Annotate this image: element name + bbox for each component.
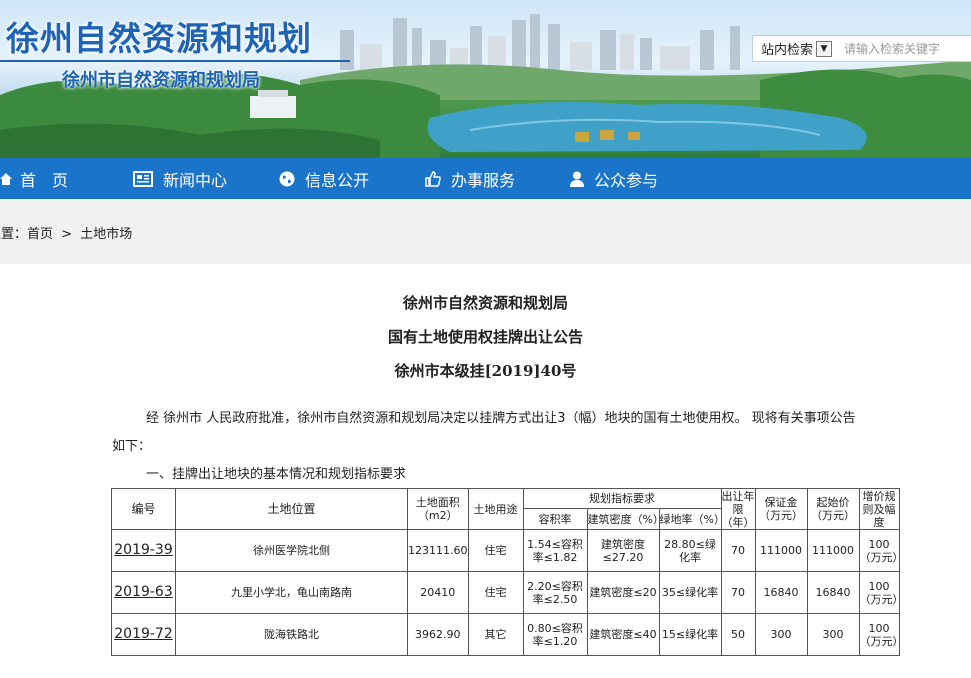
header-code: 编号 <box>111 488 176 530</box>
nav-label-participation: 公众参与 <box>594 170 659 190</box>
chevron-down-icon[interactable]: ▼ <box>816 40 833 57</box>
header-density: 建筑密度（%） <box>586 508 664 530</box>
intro-paragraph: 经 徐州市 人民政府批准，徐州市自然资源和规划局决定以挂牌方式出让3（幅）地块的… <box>112 406 912 432</box>
nav-label-news: 新闻中心 <box>163 170 228 190</box>
cell-start-price: 111000 <box>806 529 860 572</box>
header-location: 土地位置 <box>175 488 408 530</box>
cell-location: 陇海铁路北 <box>175 613 408 656</box>
cell-start-price: 300 <box>806 613 860 656</box>
breadcrumb: 位置：首页 > 土地市场 <box>0 223 132 242</box>
breadcrumb-home-link[interactable]: 首页 <box>27 227 53 242</box>
search-scope-select[interactable]: 站内检索 ▼ <box>753 36 833 61</box>
nav-label-home: 首 页 <box>20 170 69 190</box>
cell-green: 15≤绿化率 <box>658 613 722 656</box>
search-input[interactable] <box>842 40 967 57</box>
thumbs-up-icon <box>425 170 441 187</box>
cell-far: 2.20≤容积率≤2.50 <box>522 571 588 614</box>
land-parcel-table: 编号 土地位置 土地面积（m2） 土地用途 规划指标要求 出让年限（年） 保证金… <box>111 488 904 656</box>
cell-green: 28.80≤绿化率 <box>658 529 722 572</box>
header-planning: 规划指标要求 <box>522 488 722 509</box>
header-area: 土地面积（m2） <box>407 488 469 530</box>
cell-green: 35≤绿化率 <box>658 571 722 614</box>
cell-term: 70 <box>720 571 756 614</box>
search-box: 站内检索 ▼ <box>752 35 971 62</box>
nav-item-home[interactable]: 首 页 <box>0 158 68 199</box>
search-scope-label: 站内检索 <box>761 43 814 58</box>
cell-area: 3962.90 <box>407 613 469 656</box>
table-header-row: 编号 土地位置 土地面积（m2） 土地用途 规划指标要求 出让年限（年） 保证金… <box>111 488 900 530</box>
header-increment: 增价规则及幅度 <box>858 488 900 530</box>
intro-paragraph-end: 如下： <box>112 439 152 454</box>
cell-location: 九里小学北，龟山南路南 <box>175 571 408 614</box>
cell-density: 建筑密度≤27.20 <box>586 529 660 572</box>
cell-far: 1.54≤容积率≤1.82 <box>522 529 588 572</box>
parcel-code[interactable]: 2019-63 <box>114 584 173 600</box>
nav-item-info[interactable]: 信息公开 <box>279 158 369 199</box>
article-number: 徐州市本级挂[2019]40号 <box>394 362 577 380</box>
site-title: 徐州自然资源和规划 <box>6 19 312 58</box>
parcel-code-link[interactable]: 2019-39 <box>111 529 176 572</box>
title-underline <box>0 60 350 62</box>
cell-use: 其它 <box>467 613 524 656</box>
header-far: 容积率 <box>522 508 588 530</box>
cell-far: 0.80≤容积率≤1.20 <box>522 613 588 656</box>
cell-area: 123111.60 <box>407 529 469 572</box>
cell-increment: 100（万元） <box>858 529 904 572</box>
nav-item-participation[interactable]: 公众参与 <box>570 158 658 199</box>
breadcrumb-prefix: 位置： <box>0 227 28 242</box>
nav-label-service: 办事服务 <box>451 170 516 190</box>
article-org: 徐州市自然资源和规划局 <box>402 294 568 312</box>
parcel-code[interactable]: 2019-39 <box>114 542 173 558</box>
nav-label-info: 信息公开 <box>305 170 370 190</box>
breadcrumb-separator: > <box>61 227 73 242</box>
cell-increment: 100（万元） <box>858 613 904 656</box>
header-term: 出让年限（年） <box>720 488 756 530</box>
cell-deposit: 300 <box>754 613 808 656</box>
cell-start-price: 16840 <box>806 571 860 614</box>
globe-icon <box>279 171 295 186</box>
cell-density: 建筑密度≤20 <box>586 571 660 614</box>
main-nav: 首 页 新闻中心 信息公开 办事服务 公众参与 <box>0 158 971 199</box>
intro-line-1: 经 徐州市 人民政府批准，徐州市自然资源和规划局决定以挂牌方式出让3（幅）地块的… <box>146 411 856 426</box>
header-green: 绿地率（%） <box>658 508 725 530</box>
table-row: 2019-63 九里小学北，龟山南路南 20410 住宅 2.20≤容积率≤2.… <box>111 571 904 614</box>
breadcrumb-current: 土地市场 <box>80 227 133 242</box>
cell-area: 20410 <box>407 571 469 614</box>
cell-location: 徐州医学院北侧 <box>175 529 408 572</box>
newspaper-icon <box>133 170 153 187</box>
header-deposit: 保证金（万元） <box>754 488 808 530</box>
header-start-price: 起始价（万元） <box>806 488 860 530</box>
cell-term: 50 <box>720 613 756 656</box>
cell-term: 70 <box>720 529 756 572</box>
home-icon <box>0 172 12 185</box>
header-use: 土地用途 <box>467 488 524 530</box>
parcel-code[interactable]: 2019-72 <box>114 626 173 642</box>
table-row: 2019-72 陇海铁路北 3962.90 其它 0.80≤容积率≤1.20 建… <box>111 613 904 656</box>
cell-deposit: 16840 <box>754 571 808 614</box>
table-row: 2019-39 徐州医学院北侧 123111.60 住宅 1.54≤容积率≤1.… <box>111 529 904 572</box>
site-subtitle: 徐州市自然资源和规划局 <box>62 70 260 91</box>
cell-use: 住宅 <box>467 571 524 614</box>
breadcrumb-bar: 位置：首页 > 土地市场 <box>0 199 971 264</box>
nav-item-news[interactable]: 新闻中心 <box>133 158 227 199</box>
section-heading: 一、挂牌出让地块的基本情况和规划指标要求 <box>146 467 407 482</box>
nav-item-service[interactable]: 办事服务 <box>425 158 515 199</box>
cell-use: 住宅 <box>467 529 524 572</box>
user-icon <box>570 171 584 187</box>
cell-increment: 100（万元） <box>858 571 904 614</box>
header-banner: 徐州自然资源和规划 徐州市自然资源和规划局 站内检索 ▼ <box>0 0 971 158</box>
cell-deposit: 111000 <box>754 529 808 572</box>
parcel-code-link[interactable]: 2019-72 <box>111 613 176 656</box>
cell-density: 建筑密度≤40 <box>586 613 660 656</box>
article-title: 国有土地使用权挂牌出让公告 <box>387 328 583 346</box>
parcel-code-link[interactable]: 2019-63 <box>111 571 176 614</box>
